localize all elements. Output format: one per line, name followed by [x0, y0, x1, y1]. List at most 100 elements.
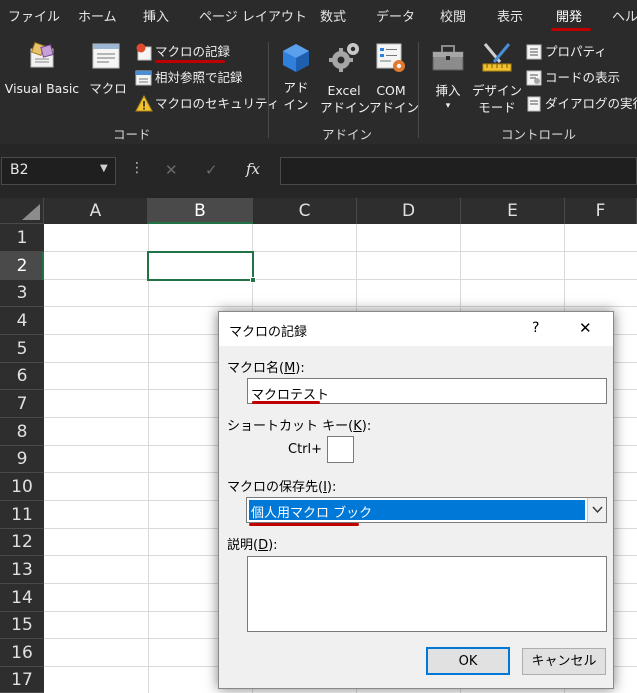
close-icon[interactable]: ✕	[579, 319, 592, 337]
addins-label-1: アド	[283, 80, 309, 95]
shortcut-label: ショートカット キー(K):	[227, 419, 372, 434]
menu-file[interactable]: ファイル	[8, 0, 60, 36]
cancel-icon[interactable]: ✕	[165, 161, 178, 179]
annotation-underline-record	[155, 60, 225, 63]
description-label: 説明(D):	[227, 538, 278, 553]
row-header-8[interactable]: 8	[0, 418, 44, 446]
annotation-underline-macro-name	[252, 401, 320, 404]
menu-page-layout[interactable]: ページ レイアウト	[199, 0, 307, 36]
insert-function-icon[interactable]: fx	[246, 160, 260, 178]
more-options-icon[interactable]: ⋮	[130, 160, 144, 176]
warning-icon	[135, 95, 153, 112]
row-header-2[interactable]: 2	[0, 252, 44, 280]
row-header-10[interactable]: 10	[0, 473, 44, 501]
column-header-a[interactable]: A	[44, 198, 148, 224]
row-header-12[interactable]: 12	[0, 529, 44, 556]
com-addins-button[interactable]: COM アドイン	[369, 36, 419, 118]
addin-cube-icon	[283, 44, 309, 72]
menu-view[interactable]: 表示	[497, 0, 523, 36]
menu-help[interactable]: ヘルプ	[612, 0, 637, 36]
excel-addins-button[interactable]: Excel アドイン	[320, 36, 370, 118]
column-selection-indicator	[148, 222, 253, 224]
design-mode-label-2: モード	[478, 100, 516, 115]
fill-handle[interactable]	[250, 277, 256, 283]
store-location-highlight: 個人用マクロ ブック	[249, 500, 585, 521]
ok-button[interactable]: OK	[426, 647, 510, 675]
dialog-title: マクロの記録	[229, 325, 308, 340]
column-header-d[interactable]: D	[357, 198, 461, 224]
relative-reference-label: 相対参照で記録	[155, 70, 243, 85]
design-mode-button[interactable]: デザイン モード	[472, 36, 522, 118]
record-macro-button[interactable]: マクロの記録	[133, 42, 263, 62]
enter-check-icon[interactable]: ✓	[205, 161, 218, 179]
column-header-f[interactable]: F	[565, 198, 637, 224]
chevron-down-icon	[592, 506, 603, 514]
name-box-dropdown-icon[interactable]: ▼	[100, 163, 108, 174]
properties-button[interactable]: プロパティ	[524, 43, 637, 63]
ribbon-separator	[268, 42, 269, 138]
row-header-11[interactable]: 11	[0, 501, 44, 529]
description-textarea[interactable]	[247, 556, 607, 632]
macros-button[interactable]: マクロ	[86, 36, 130, 106]
addins-label-2: イン	[283, 97, 309, 112]
row-header-1[interactable]: 1	[0, 224, 44, 252]
annotation-underline-store	[249, 523, 359, 526]
addins-group-label: アドイン	[322, 127, 373, 142]
insert-control-button[interactable]: 挿入 ▾	[425, 36, 471, 118]
visual-basic-button[interactable]: Visual Basic	[0, 36, 84, 106]
help-icon[interactable]: ?	[532, 320, 539, 336]
row-header-17[interactable]: 17	[0, 667, 44, 693]
row-header-14[interactable]: 14	[0, 584, 44, 612]
record-macro-icon	[136, 43, 152, 61]
row-header-7[interactable]: 7	[0, 390, 44, 418]
row-selection-indicator	[42, 252, 44, 280]
macros-label: マクロ	[89, 81, 127, 96]
active-cell-b2[interactable]	[147, 251, 254, 281]
row-header-6[interactable]: 6	[0, 363, 44, 390]
select-all-corner[interactable]	[0, 198, 44, 224]
formula-input[interactable]	[280, 157, 637, 185]
store-location-dropdown[interactable]	[587, 498, 606, 522]
menu-insert[interactable]: 挿入	[143, 0, 169, 36]
row-header-16[interactable]: 16	[0, 639, 44, 667]
name-box[interactable]: B2 ▼	[1, 157, 116, 185]
column-header-b[interactable]: B	[148, 198, 253, 224]
controls-group-label: コントロール	[501, 127, 577, 142]
toolbox-icon	[432, 45, 464, 71]
column-header-e[interactable]: E	[461, 198, 565, 224]
relative-reference-icon	[135, 70, 152, 86]
menu-data[interactable]: データ	[376, 0, 415, 36]
shortcut-key-input[interactable]	[327, 436, 354, 463]
select-all-triangle-icon	[22, 204, 40, 220]
gridline	[148, 224, 149, 693]
view-code-button[interactable]: コードの表示	[524, 69, 637, 89]
name-box-value: B2	[10, 162, 29, 178]
menu-home[interactable]: ホーム	[78, 0, 117, 36]
run-dialog-icon	[527, 96, 541, 112]
relative-reference-button[interactable]: 相対参照で記録	[133, 68, 263, 88]
com-addins-label-1: COM	[376, 83, 406, 98]
menu-review[interactable]: 校閲	[440, 0, 466, 36]
run-dialog-label: ダイアログの実行	[545, 96, 637, 111]
gear-icon	[329, 43, 359, 72]
column-header-c[interactable]: C	[253, 198, 357, 224]
macro-security-button[interactable]: マクロのセキュリティ	[133, 94, 279, 114]
addins-button[interactable]: アド イン	[275, 36, 317, 118]
dialog-titlebar: マクロの記録 ? ✕	[219, 312, 613, 346]
store-location-select[interactable]: 個人用マクロ ブック	[246, 497, 607, 523]
insert-control-label: 挿入	[435, 83, 461, 98]
code-group-label: コード	[113, 127, 151, 142]
formula-buttons: ✕ ✓ fx	[150, 157, 278, 185]
row-header-15[interactable]: 15	[0, 612, 44, 639]
menu-formulas[interactable]: 数式	[320, 0, 346, 36]
run-dialog-button[interactable]: ダイアログの実行	[524, 95, 637, 115]
row-header-5[interactable]: 5	[0, 335, 44, 363]
row-header-4[interactable]: 4	[0, 307, 44, 335]
cancel-button[interactable]: キャンセル	[522, 648, 606, 675]
row-header-9[interactable]: 9	[0, 446, 44, 473]
properties-icon	[526, 44, 542, 60]
macro-security-label: マクロのセキュリティ	[155, 96, 280, 111]
row-header-3[interactable]: 3	[0, 280, 44, 307]
row-header-13[interactable]: 13	[0, 556, 44, 584]
visual-basic-label: Visual Basic	[4, 81, 80, 96]
